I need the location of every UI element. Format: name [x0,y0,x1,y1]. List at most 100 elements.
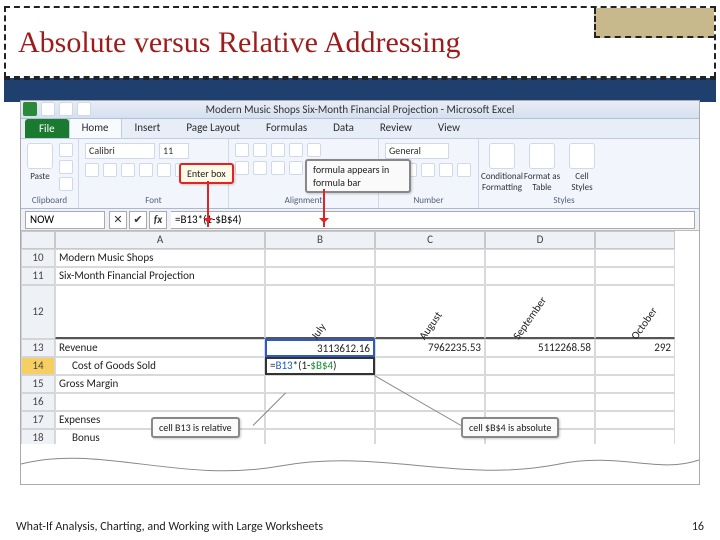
tab-insert[interactable]: Insert [122,117,174,138]
cell[interactable] [375,357,485,375]
row-header[interactable]: 13 [21,339,55,357]
cell[interactable] [595,393,675,411]
fill-color-icon[interactable] [157,163,171,177]
footer-left: What-If Analysis, Charting, and Working … [16,520,323,534]
cell[interactable] [485,375,595,393]
align-center-icon[interactable] [253,161,267,175]
cell-b14-active[interactable]: =B13*(1-$B$4) [265,357,375,375]
comma-icon[interactable] [421,163,435,177]
row-header[interactable]: 14 [21,357,55,375]
cell[interactable] [265,249,375,267]
align-middle-icon[interactable] [253,143,267,157]
tab-home[interactable]: Home [69,117,122,138]
format-as-table-icon [529,143,555,169]
underline-icon[interactable] [121,163,135,177]
fx-button[interactable]: fx [149,211,167,229]
dec-dec-icon[interactable] [457,163,471,177]
group-label-font: Font [85,195,222,206]
cell[interactable] [595,249,675,267]
redo-icon[interactable] [77,102,91,116]
row-header[interactable]: 17 [21,411,55,429]
cell[interactable]: 292 [595,339,675,357]
col-header-e[interactable] [595,231,675,249]
cell[interactable]: Cost of Goods Sold [55,357,265,375]
align-bottom-icon[interactable] [271,143,285,157]
row-11: 11 Six-Month Financial Projection [21,267,699,285]
row-header[interactable]: 15 [21,375,55,393]
callout-absolute-text: cell $B$4 is absolute [469,421,551,434]
cell[interactable] [485,267,595,285]
row-header[interactable]: 10 [21,249,55,267]
cell[interactable] [375,249,485,267]
border-icon[interactable] [139,163,153,177]
cell[interactable] [485,249,595,267]
cell[interactable] [55,285,265,339]
col-header-b[interactable]: B [265,231,375,249]
tab-data[interactable]: Data [320,117,367,138]
italic-icon[interactable] [103,163,117,177]
copy-icon[interactable] [59,160,73,174]
col-header-d[interactable]: D [485,231,595,249]
fml-b13: B13 [275,359,292,372]
cell[interactable]: Modern Music Shops [55,249,265,267]
cell[interactable] [595,375,675,393]
cell[interactable]: 5112268.58 [485,339,595,357]
callout-enter-box-text: Enter box [187,167,226,180]
row-header[interactable]: 11 [21,267,55,285]
number-format-select[interactable]: General [385,143,449,159]
row-12: 12 July August September October [21,285,699,339]
cell[interactable]: 7962235.53 [375,339,485,357]
enter-button[interactable]: ✔ [129,211,147,229]
align-right-icon[interactable] [271,161,285,175]
cell[interactable] [485,357,595,375]
cancel-button[interactable]: ✕ [109,211,127,229]
cell[interactable] [595,357,675,375]
decrease-indent-icon[interactable] [289,161,303,175]
align-left-icon[interactable] [235,161,249,175]
paste-icon [27,143,53,169]
orientation-icon[interactable] [289,143,303,157]
cell[interactable] [265,267,375,285]
col-header-c[interactable]: C [375,231,485,249]
cell-styles-icon [569,143,595,169]
format-painter-icon[interactable] [59,177,73,191]
tab-formulas[interactable]: Formulas [253,117,320,138]
group-label-alignment: Alignment [235,195,372,206]
paste-button[interactable]: Paste [27,143,53,182]
cell[interactable] [375,267,485,285]
save-icon[interactable] [41,102,55,116]
cell-b13[interactable]: 3113612.16 [265,339,375,357]
name-box[interactable]: NOW [25,211,105,229]
cell[interactable] [265,411,375,429]
undo-icon[interactable] [59,102,73,116]
bold-icon[interactable] [85,163,99,177]
wrap-text-icon[interactable] [307,143,321,157]
dec-inc-icon[interactable] [439,163,453,177]
format-as-table-button[interactable]: Format as Table [525,143,559,193]
callout-relative-text: cell B13 is relative [159,421,232,434]
tab-file[interactable]: File [25,119,69,138]
tab-page-layout[interactable]: Page Layout [173,117,253,138]
row-header[interactable]: 12 [21,285,55,339]
tab-view[interactable]: View [425,117,473,138]
row-header[interactable]: 16 [21,393,55,411]
cell[interactable] [485,393,595,411]
cell[interactable]: Revenue [55,339,265,357]
align-top-icon[interactable] [235,143,249,157]
cell[interactable] [595,411,675,429]
cell[interactable] [595,267,675,285]
cut-icon[interactable] [59,143,73,157]
col-header-a[interactable]: A [55,231,265,249]
cell[interactable]: Gross Margin [55,375,265,393]
cell[interactable]: Six-Month Financial Projection [55,267,265,285]
cell[interactable] [265,375,375,393]
cell[interactable] [55,393,265,411]
cell-styles-button[interactable]: Cell Styles [565,143,599,193]
font-family-select[interactable]: Calibri [85,143,155,159]
font-size-select[interactable]: 11 [159,143,189,159]
formula-bar-input[interactable]: =B13*(1-$B$4) [171,211,695,229]
select-all[interactable] [21,231,55,249]
conditional-formatting-button[interactable]: Conditional Formatting [485,143,519,193]
tab-review[interactable]: Review [367,117,425,138]
arrow-to-formula [323,189,325,227]
